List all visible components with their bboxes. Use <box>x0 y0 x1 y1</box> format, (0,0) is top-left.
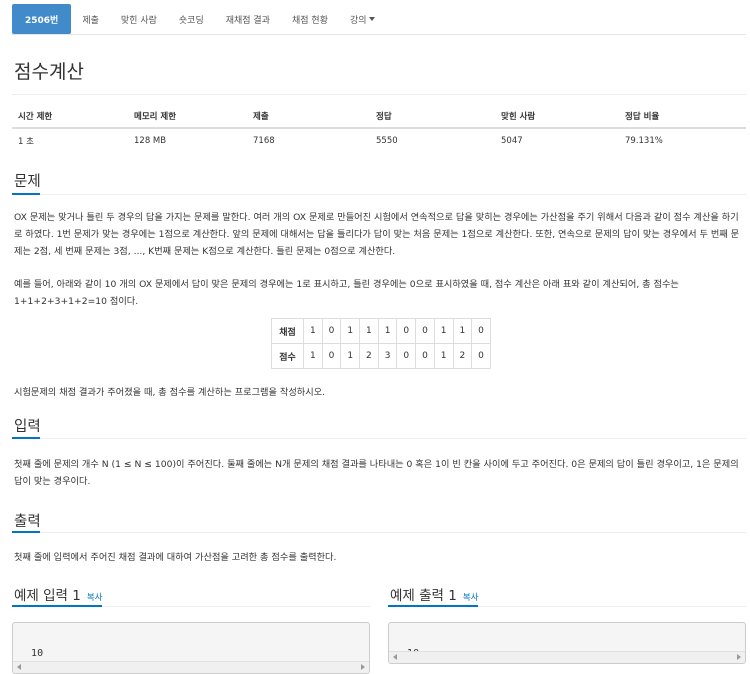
problem-heading: 문제 <box>14 174 41 190</box>
input-description: 첫째 줄에 문제의 개수 N (1 ≤ N ≤ 100)이 주어진다. 둘째 줄… <box>14 459 739 487</box>
info-accept-ratio: 79.131% <box>619 127 746 152</box>
scroll-left-arrow-icon[interactable] <box>17 664 21 670</box>
sample-input-heading: 예제 입력 1 복사 <box>14 584 103 604</box>
sample-output-heading: 예제 출력 1 복사 <box>390 584 479 604</box>
info-header: 시간 제한 <box>12 104 128 129</box>
nav-divider <box>12 34 746 35</box>
score-cell: 0 <box>415 343 435 369</box>
sample-input-scrollbar[interactable] <box>13 661 369 673</box>
problem-info-table: 시간 제한 메모리 제한 제출 정답 맞힌 사람 정답 비율 1 초 128 M… <box>12 104 746 152</box>
sample-output-underline <box>388 605 746 609</box>
score-cell: 0 <box>415 318 435 344</box>
score-cell: 1 <box>452 318 473 344</box>
score-table: 채점 1 0 1 1 1 0 0 1 1 0 점수 1 0 1 2 3 0 0 … <box>271 318 491 369</box>
info-submissions: 7168 <box>247 127 370 152</box>
info-memory-limit: 128 MB <box>128 127 247 152</box>
info-solved-users: 5047 <box>495 127 619 152</box>
info-header: 맞힌 사람 <box>495 104 619 129</box>
tab-short-coding[interactable]: 숏코딩 <box>168 4 215 34</box>
info-header: 제출 <box>247 104 370 129</box>
sample-output-title: 예제 출력 1 <box>390 588 457 604</box>
tab-lectures-dropdown[interactable]: 강의 <box>339 4 386 34</box>
input-heading: 입력 <box>14 419 41 435</box>
problem-heading-underline <box>12 193 746 197</box>
score-cell: 1 <box>377 318 398 344</box>
output-heading-underline <box>12 531 746 535</box>
score-cell: 2 <box>359 343 379 369</box>
score-cell: 1 <box>359 318 379 344</box>
info-header: 메모리 제한 <box>128 104 247 129</box>
score-cell: 0 <box>471 318 491 344</box>
page-title: 점수계산 <box>14 61 84 83</box>
score-table-row-marks: 채점 1 0 1 1 1 0 0 1 1 0 <box>271 318 491 344</box>
score-cell: 1 <box>433 318 454 344</box>
tab-judge-status[interactable]: 채점 현황 <box>281 4 339 34</box>
sample-output-scrollbar[interactable] <box>389 651 745 663</box>
problem-nav: 2506번 제출 맞힌 사람 숏코딩 재채점 결과 채점 현황 강의 <box>12 4 386 34</box>
title-divider <box>12 94 746 95</box>
tab-solved-users[interactable]: 맞힌 사람 <box>110 4 168 34</box>
sample-input-underline <box>12 605 370 609</box>
score-cell: 1 <box>303 318 323 344</box>
score-cell: 2 <box>452 343 473 369</box>
tab-problem-number[interactable]: 2506번 <box>12 4 72 34</box>
problem-task: 시험문제의 채점 결과가 주어졌을 때, 총 점수를 계산하는 프로그램을 작성… <box>14 387 326 398</box>
score-cell: 0 <box>471 343 491 369</box>
tab-lectures-label: 강의 <box>349 15 367 26</box>
output-heading: 출력 <box>14 514 41 530</box>
sample-output-box[interactable]: 10 <box>388 622 746 664</box>
problem-description: OX 문제는 맞거나 틀린 두 경우의 답을 가지는 문제를 말한다. 여러 개… <box>14 212 740 257</box>
score-cell: 1 <box>340 343 361 369</box>
score-cell: 0 <box>396 318 417 344</box>
scroll-right-arrow-icon[interactable] <box>737 654 741 660</box>
problem-example-text: 예를 들어, 아래와 같이 10 개의 OX 문제에서 답이 맞은 문제의 경우… <box>14 279 679 307</box>
score-cell: 0 <box>321 318 342 344</box>
score-cell: 0 <box>321 343 342 369</box>
sample-input-box[interactable]: 10 1 0 1 1 1 0 0 1 1 0 <box>12 622 370 674</box>
score-row-label: 채점 <box>271 318 304 344</box>
caret-down-icon <box>368 17 375 21</box>
sample-input-title: 예제 입력 1 <box>14 588 81 604</box>
score-row-label: 점수 <box>271 343 304 369</box>
info-header: 정답 비율 <box>619 104 746 129</box>
score-cell: 3 <box>377 343 398 369</box>
score-cell: 0 <box>396 343 417 369</box>
info-header: 정답 <box>370 104 495 129</box>
output-description: 첫째 줄에 입력에서 주어진 채점 결과에 대하여 가산점을 고려한 총 점수를… <box>14 552 337 563</box>
info-time-limit: 1 초 <box>12 127 128 152</box>
score-table-row-points: 점수 1 0 1 2 3 0 0 1 2 0 <box>271 343 491 369</box>
tab-rejudge-results[interactable]: 재채점 결과 <box>215 4 281 34</box>
score-cell: 1 <box>340 318 361 344</box>
score-cell: 1 <box>433 343 454 369</box>
input-heading-underline <box>12 437 746 441</box>
sample-input-copy-link[interactable]: 복사 <box>87 593 103 603</box>
info-accepted: 5550 <box>370 127 495 152</box>
scroll-left-arrow-icon[interactable] <box>393 654 397 660</box>
scroll-right-arrow-icon[interactable] <box>361 664 365 670</box>
sample-output-copy-link[interactable]: 복사 <box>463 593 479 603</box>
score-cell: 1 <box>303 343 323 369</box>
tab-submit[interactable]: 제출 <box>71 4 110 34</box>
